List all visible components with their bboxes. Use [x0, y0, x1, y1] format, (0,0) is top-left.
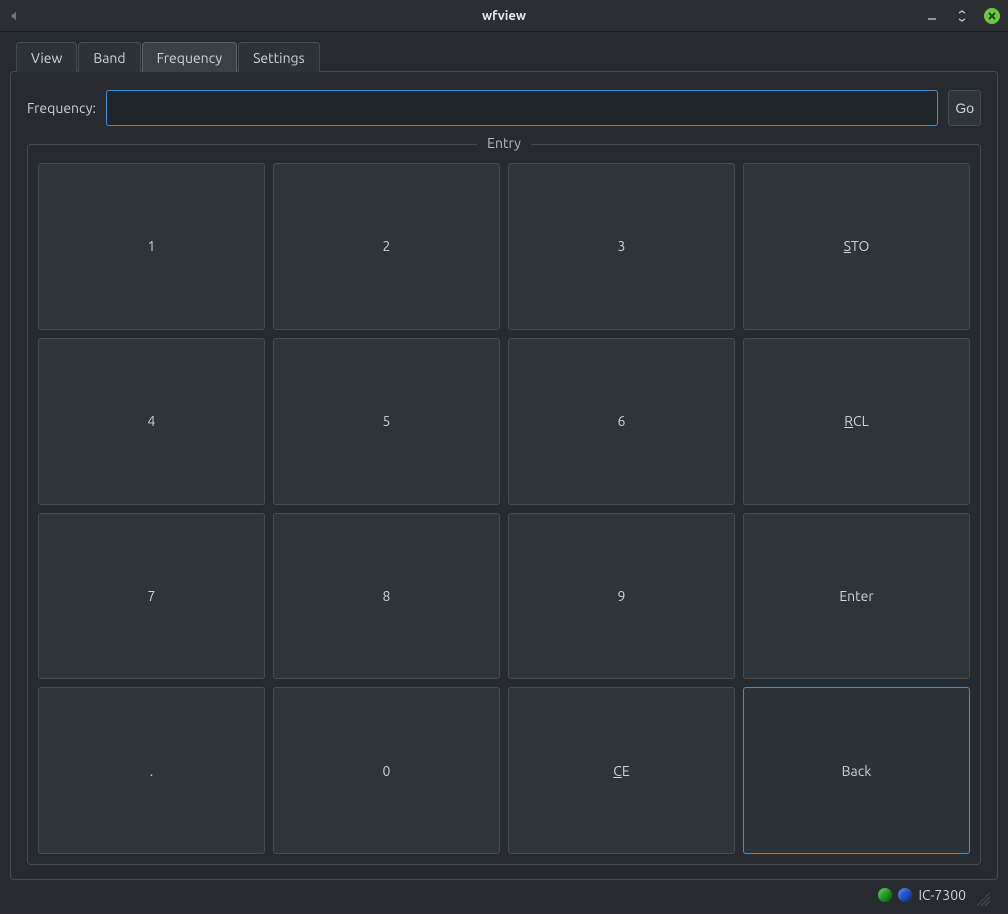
status-bar: IC-7300: [10, 884, 998, 906]
key-5[interactable]: 5: [273, 338, 500, 505]
key-2[interactable]: 2: [273, 163, 500, 330]
key-rcl[interactable]: RCL: [743, 338, 970, 505]
status-text: IC-7300: [918, 887, 966, 903]
client-area: ViewBandFrequencySettings Frequency: Go …: [0, 32, 1008, 914]
key-8[interactable]: 8: [273, 513, 500, 680]
titlebar: wfview: [0, 0, 1008, 32]
window-controls: [924, 8, 1000, 24]
go-button[interactable]: Go: [948, 90, 981, 126]
key-ce[interactable]: CE: [508, 687, 735, 854]
key-0[interactable]: 0: [273, 687, 500, 854]
speaker-muted-icon: [8, 8, 24, 24]
key-sto[interactable]: STO: [743, 163, 970, 330]
key-7[interactable]: 7: [38, 513, 265, 680]
frequency-row: Frequency: Go: [27, 90, 981, 126]
app-window: wfview ViewBandFrequencySettings Frequen…: [0, 0, 1008, 914]
key-enter[interactable]: Enter: [743, 513, 970, 680]
status-indicators: [878, 888, 912, 902]
frequency-input[interactable]: [106, 90, 938, 126]
tab-view[interactable]: View: [16, 42, 77, 72]
key-back[interactable]: Back: [743, 687, 970, 854]
minimize-button[interactable]: [924, 8, 940, 24]
status-indicator-green-icon: [878, 888, 892, 902]
tab-pane-frequency: Frequency: Go Entry 123STO 456RCL 789Enter…: [10, 71, 998, 880]
key-dot[interactable]: .: [38, 687, 265, 854]
key-3[interactable]: 3: [508, 163, 735, 330]
tab-frequency[interactable]: Frequency: [142, 42, 237, 72]
entry-legend: Entry: [477, 135, 531, 151]
key-9[interactable]: 9: [508, 513, 735, 680]
status-indicator-blue-icon: [898, 888, 912, 902]
key-1[interactable]: 1: [38, 163, 265, 330]
tab-band[interactable]: Band: [78, 42, 140, 72]
frequency-label: Frequency:: [27, 100, 96, 116]
close-button[interactable]: [984, 8, 1000, 24]
keypad: 123STO 456RCL 789Enter.0CEBack: [38, 163, 970, 854]
tab-settings[interactable]: Settings: [238, 42, 320, 72]
key-4[interactable]: 4: [38, 338, 265, 505]
window-title: wfview: [0, 9, 1008, 23]
resize-grip-icon[interactable]: [976, 892, 990, 906]
entry-group: Entry 123STO456RCL789Enter.0CEBack: [27, 144, 981, 865]
tab-bar: ViewBandFrequencySettings: [16, 42, 998, 72]
key-6[interactable]: 6: [508, 338, 735, 505]
maximize-button[interactable]: [954, 8, 970, 24]
